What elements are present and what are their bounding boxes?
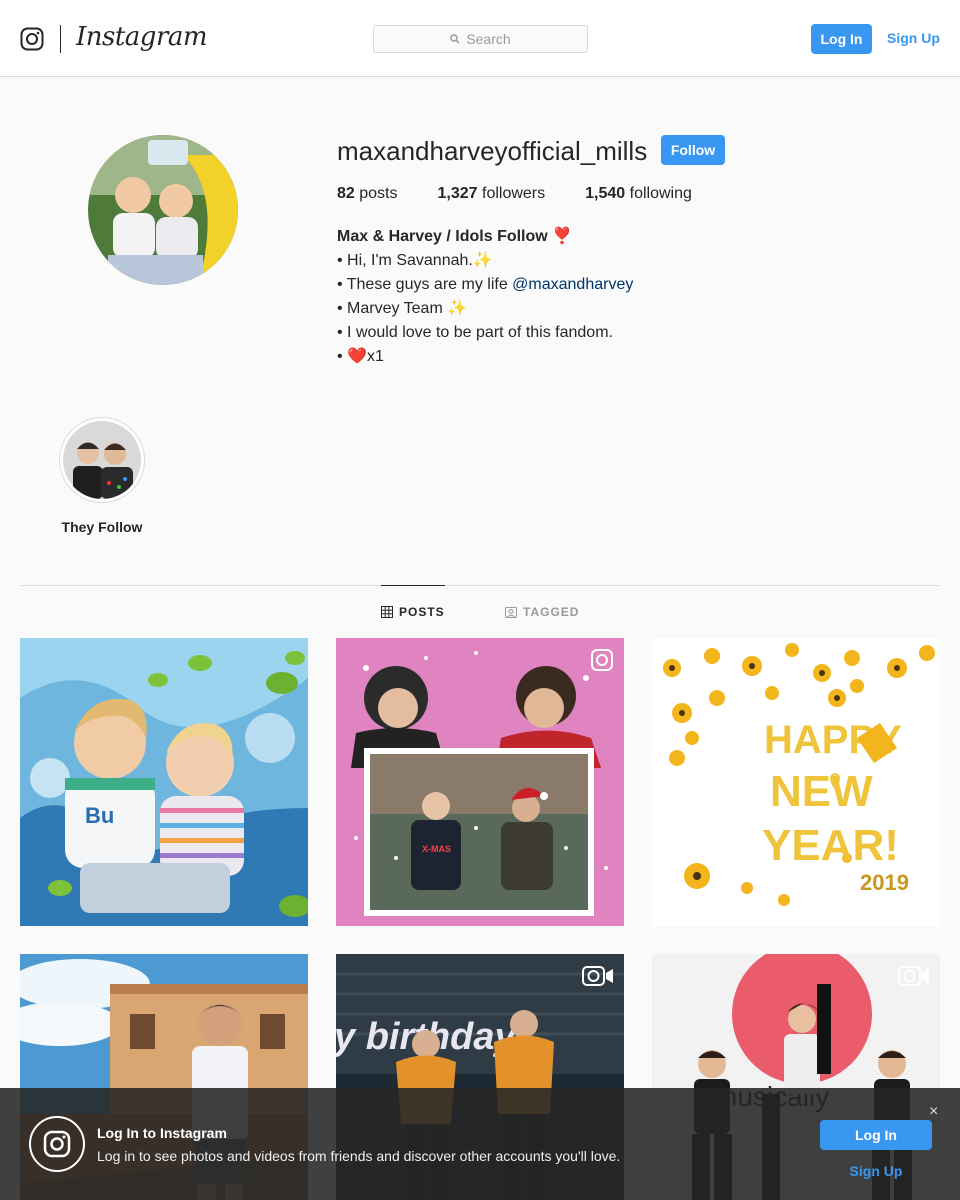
search-input[interactable]: Search [373,25,588,53]
post-thumbnail[interactable]: HAPPY NEW YEAR! 2019 [652,638,940,926]
stat-followers[interactable]: 1,327 followers [438,185,546,203]
profile-username: maxandharveyofficial_mills [337,136,648,166]
signup-link[interactable]: Sign Up [887,30,940,46]
login-button[interactable]: Log In [811,24,872,54]
banner-title: Log In to Instagram [97,1125,227,1141]
video-icon [898,966,929,986]
story-highlight[interactable]: They Follow [59,417,145,535]
tag-icon [505,606,517,618]
post-image: HAPPY NEW YEAR! 2019 [652,638,940,926]
post-thumbnail[interactable]: X-MAS [336,638,624,926]
highlight-ring [59,417,145,503]
bio-line: • Marvey Team ✨ [337,300,468,317]
stat-following-label: following [629,185,692,202]
bio-line: • ❤️x1 [337,348,384,365]
highlight-cover [63,421,141,499]
new-year-year-text: YEAR! [762,821,899,870]
bio-line: • These guys are my life [337,276,513,293]
search-icon [450,34,460,44]
video-icon [582,966,613,986]
search-placeholder: Search [466,31,511,47]
stat-posts-label: posts [359,185,398,202]
instagram-glyph-icon [43,1130,71,1158]
highlight-label: They Follow [61,519,143,535]
post-image: Bu [20,638,308,926]
grid-icon [381,606,393,618]
bio-line: • I would love to be part of this fandom… [337,324,613,341]
profile-stats: 82 posts 1,327 followers 1,540 following [337,185,732,203]
tab-tagged[interactable]: TAGGED [505,585,585,638]
tab-tagged-label: TAGGED [523,604,580,619]
profile-avatar[interactable] [88,135,238,285]
bio-line-with-mention: • These guys are my life @maxandharvey [337,273,633,297]
tabs-divider [20,585,940,586]
post-thumbnail[interactable]: Bu [20,638,308,926]
new-year-new-text: NEW [770,767,873,816]
instagram-glyph-icon[interactable] [20,27,44,51]
igtv-icon [591,649,613,671]
tab-posts-label: POSTS [399,605,445,619]
stat-followers-count: 1,327 [437,185,478,202]
profile-bio: Max & Harvey / Idols Follow ❣️ • Hi, I'm… [337,225,633,369]
login-prompt-banner: Log In to Instagram Log in to see photos… [0,1088,960,1200]
top-navigation-bar: Instagram Search Log In Sign Up [0,0,960,77]
bio-line: • Hi, I'm Savannah.✨ [337,252,493,269]
banner-signup-link[interactable]: Sign Up [820,1163,932,1179]
new-year-2019-text: 2019 [860,870,909,895]
bio-full-name: Max & Harvey / Idols Follow ❣️ [337,228,573,245]
stat-following-count: 1,540 [585,185,626,202]
stat-followers-label: followers [482,185,546,202]
tab-posts[interactable]: POSTS [381,585,445,638]
banner-login-button[interactable]: Log In [820,1120,932,1150]
instagram-wordmark[interactable]: Instagram [76,22,208,52]
stat-posts: 82 posts [337,185,398,203]
banner-description: Log in to see photos and videos from fri… [97,1148,621,1164]
svg-text:Bu: Bu [85,803,114,828]
close-icon[interactable]: × [929,1103,938,1121]
header-divider [60,25,61,53]
follow-button[interactable]: Follow [661,135,725,165]
bio-mention-link[interactable]: @maxandharvey [512,276,633,293]
stat-following[interactable]: 1,540 following [585,185,692,203]
svg-text:X-MAS: X-MAS [422,844,451,854]
post-image: X-MAS [336,638,624,926]
instagram-logo-circle [29,1116,85,1172]
stat-posts-count: 82 [337,185,355,202]
